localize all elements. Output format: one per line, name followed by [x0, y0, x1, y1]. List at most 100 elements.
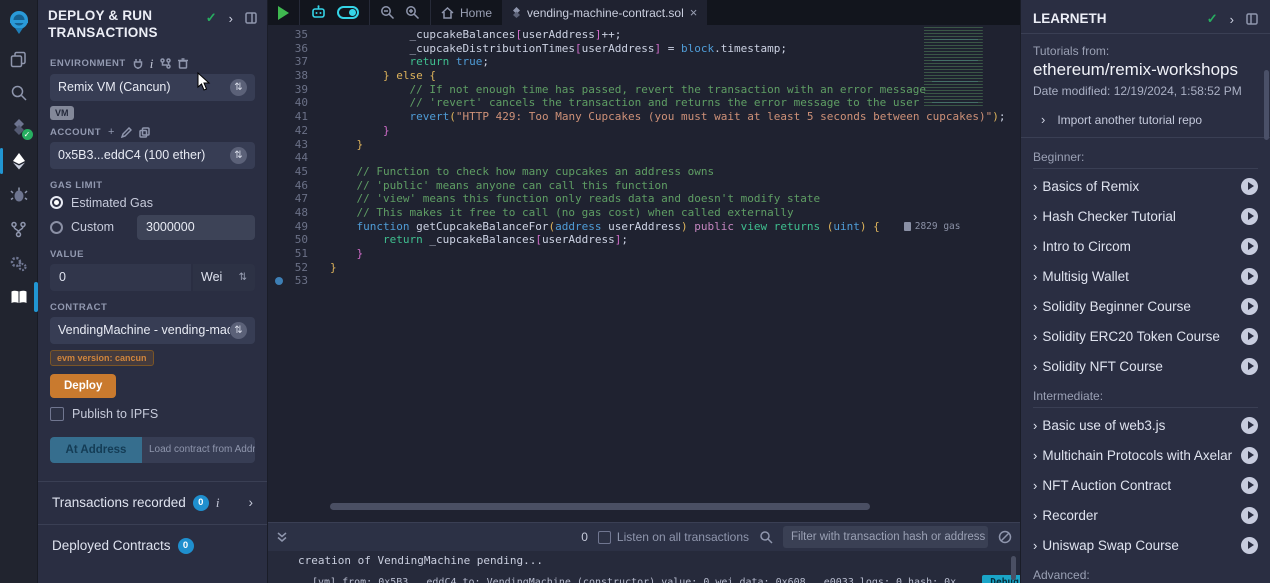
- custom-gas-input[interactable]: 3000000: [137, 215, 255, 240]
- clear-console-icon[interactable]: [998, 530, 1012, 544]
- tutorial-item[interactable]: ›Hash Checker Tutorial: [1033, 201, 1258, 231]
- transactions-recorded-row[interactable]: Transactions recorded 0 i ›: [38, 482, 267, 524]
- import-tutorial-row[interactable]: › Import another tutorial repo: [1021, 98, 1270, 138]
- plug-icon[interactable]: [133, 58, 143, 69]
- play-tutorial-button[interactable]: [1241, 298, 1258, 315]
- line-number[interactable]: 42: [268, 124, 330, 138]
- zoom-in-icon[interactable]: [405, 5, 420, 20]
- editor-minimap[interactable]: [924, 27, 1008, 107]
- line-number[interactable]: 46: [268, 179, 330, 193]
- learneth-icon[interactable]: [0, 280, 38, 314]
- tab-home[interactable]: Home: [431, 0, 502, 25]
- close-tab-icon[interactable]: ×: [690, 5, 698, 20]
- learneth-scrollbar[interactable]: [1264, 70, 1269, 140]
- line-number[interactable]: 37: [268, 55, 330, 69]
- play-tutorial-button[interactable]: [1241, 268, 1258, 285]
- tutorial-item[interactable]: ›Solidity NFT Course: [1033, 351, 1258, 381]
- ai-copilot-icon[interactable]: [310, 5, 327, 20]
- add-account-icon[interactable]: +: [108, 127, 114, 138]
- play-tutorial-button[interactable]: [1241, 328, 1258, 345]
- tutorial-item[interactable]: ›Solidity ERC20 Token Course: [1033, 321, 1258, 351]
- remix-logo-icon[interactable]: [0, 2, 38, 42]
- play-tutorial-button[interactable]: [1241, 208, 1258, 225]
- estimated-gas-radio[interactable]: [50, 196, 63, 209]
- search-icon[interactable]: [0, 76, 38, 110]
- line-number[interactable]: 38: [268, 69, 330, 83]
- line-number[interactable]: 35: [268, 28, 330, 42]
- terminal-scrollbar[interactable]: [1011, 556, 1016, 580]
- line-number[interactable]: 48: [268, 206, 330, 220]
- value-unit-select[interactable]: Wei ⇅: [193, 264, 255, 291]
- learneth-pin-icon[interactable]: [1246, 13, 1258, 25]
- value-input[interactable]: 0: [50, 264, 191, 291]
- run-script-icon[interactable]: [278, 6, 289, 20]
- deploy-and-run-icon[interactable]: [0, 144, 38, 178]
- deploy-button[interactable]: Deploy: [50, 374, 116, 398]
- line-number[interactable]: 51: [268, 247, 330, 261]
- play-icon: [1248, 362, 1254, 370]
- trash-icon[interactable]: [178, 58, 188, 69]
- tutorial-item[interactable]: ›NFT Auction Contract: [1033, 470, 1258, 500]
- play-tutorial-button[interactable]: [1241, 178, 1258, 195]
- line-number[interactable]: 52: [268, 261, 330, 275]
- tutorial-item[interactable]: ›Basic use of web3.js: [1033, 410, 1258, 440]
- line-number[interactable]: 40: [268, 96, 330, 110]
- play-tutorial-button[interactable]: [1241, 238, 1258, 255]
- transactions-expand-icon[interactable]: ›: [249, 495, 254, 510]
- line-number[interactable]: 50: [268, 233, 330, 247]
- tutorial-item[interactable]: ›Recorder: [1033, 500, 1258, 530]
- fork-state-icon[interactable]: [160, 58, 171, 69]
- solidity-compiler-icon[interactable]: ✓: [0, 110, 38, 144]
- copy-account-icon[interactable]: [139, 127, 150, 138]
- zoom-out-icon[interactable]: [380, 5, 395, 20]
- code-editor[interactable]: 35 _cupcakeBalances[userAddress]++;36 _c…: [268, 25, 1020, 522]
- terminal-tx-line[interactable]: [vm] from: 0x5B3...eddC4 to: VendingMach…: [312, 575, 1027, 583]
- tutorial-item[interactable]: ›Multichain Protocols with Axelar: [1033, 440, 1258, 470]
- play-tutorial-button[interactable]: [1241, 537, 1258, 554]
- pin-panel-icon[interactable]: [245, 12, 257, 24]
- line-number[interactable]: 39: [268, 83, 330, 97]
- line-number[interactable]: 44: [268, 151, 330, 165]
- tab-vending-machine-contract[interactable]: vending-machine-contract.sol ×: [502, 0, 707, 25]
- account-select[interactable]: 0x5B3...eddC4 (100 ether) ⇅: [50, 142, 255, 169]
- environment-select[interactable]: Remix VM (Cancun) ⇅: [50, 74, 255, 101]
- line-number[interactable]: 41: [268, 110, 330, 124]
- play-tutorial-button[interactable]: [1241, 507, 1258, 524]
- play-tutorial-button[interactable]: [1241, 447, 1258, 464]
- environment-info-icon[interactable]: i: [150, 57, 154, 70]
- learneth-expand-icon[interactable]: ›: [1230, 12, 1234, 27]
- transactions-info-icon[interactable]: i: [216, 495, 220, 511]
- tutorial-item[interactable]: ›Basics of Remix: [1033, 171, 1258, 201]
- line-number[interactable]: 53: [268, 274, 330, 288]
- listen-all-checkbox[interactable]: [598, 531, 611, 544]
- terminal-search-icon[interactable]: [759, 530, 773, 544]
- file-explorer-icon[interactable]: [0, 42, 38, 76]
- breakpoint-dot[interactable]: [275, 277, 283, 285]
- tutorial-item[interactable]: ›Uniswap Swap Course: [1033, 530, 1258, 560]
- terminal-filter-input[interactable]: Filter with transaction hash or address: [783, 526, 988, 548]
- git-icon[interactable]: [0, 212, 38, 246]
- panel-expand-icon[interactable]: ›: [229, 11, 233, 26]
- contract-select[interactable]: VendingMachine - vending-machin ⇅: [50, 317, 255, 344]
- line-number[interactable]: 43: [268, 138, 330, 152]
- tutorial-item[interactable]: ›Solidity Beginner Course: [1033, 291, 1258, 321]
- line-number[interactable]: 47: [268, 192, 330, 206]
- at-address-input[interactable]: Load contract from Addres: [142, 437, 255, 463]
- publish-ipfs-checkbox[interactable]: [50, 407, 64, 421]
- line-number[interactable]: 36: [268, 42, 330, 56]
- sign-message-icon[interactable]: [121, 127, 132, 138]
- play-tutorial-button[interactable]: [1241, 477, 1258, 494]
- tutorial-item[interactable]: ›Multisig Wallet: [1033, 261, 1258, 291]
- line-number[interactable]: 49: [268, 220, 330, 234]
- custom-gas-radio[interactable]: [50, 221, 63, 234]
- at-address-button[interactable]: At Address: [50, 437, 142, 463]
- play-tutorial-button[interactable]: [1241, 358, 1258, 375]
- tutorial-item[interactable]: ›Intro to Circom: [1033, 231, 1258, 261]
- copilot-toggle[interactable]: [337, 6, 359, 19]
- play-tutorial-button[interactable]: [1241, 417, 1258, 434]
- line-number[interactable]: 45: [268, 165, 330, 179]
- plugin-manager-icon[interactable]: [0, 246, 38, 280]
- editor-horizontal-scrollbar[interactable]: [330, 503, 870, 510]
- expand-terminal-icon[interactable]: [276, 531, 288, 543]
- debugger-icon[interactable]: [0, 178, 38, 212]
